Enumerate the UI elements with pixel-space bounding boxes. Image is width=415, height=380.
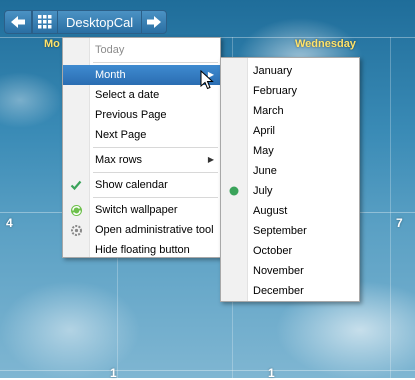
menu-item-max-rows[interactable]: Max rows ▶ [63,150,220,170]
month-label: February [253,85,298,97]
day-header-monday: Mo [44,38,60,50]
menu-item-month[interactable]: Month ▶ [63,65,220,85]
menu-item-open-admin-tool[interactable]: Open administrative tool [63,220,220,240]
month-label: October [253,245,293,257]
menu-item-label: Previous Page [95,109,167,121]
calendar-column-line [390,37,391,378]
month-item-november[interactable]: November [221,261,359,281]
month-item-december[interactable]: December [221,281,359,301]
month-item-october[interactable]: October [221,241,359,261]
menu-item-previous-page[interactable]: Previous Page [63,105,220,125]
month-item-may[interactable]: May [221,141,359,161]
apps-button[interactable] [32,10,58,34]
menu-item-switch-wallpaper[interactable]: Switch wallpaper [63,200,220,220]
month-label: July [253,185,273,197]
context-menu: Today Month ▶ Select a date Previous Page… [62,37,221,258]
menu-item-next-page[interactable]: Next Page [63,125,220,145]
month-label: December [253,285,304,297]
month-label: January [253,65,293,77]
month-label: June [253,165,277,177]
month-submenu: January February March April May June July Augu… [220,57,360,302]
menu-item-label: Show calendar [95,179,168,191]
month-label: September [253,225,307,237]
month-item-march[interactable]: March [221,101,359,121]
menu-item-label: Hide floating button [95,244,190,256]
arrow-right-icon [147,16,162,28]
menu-item-hide-floating-button[interactable]: Hide floating button [63,240,220,260]
month-item-april[interactable]: April [221,121,359,141]
gear-icon [69,223,83,237]
menu-separator [93,62,218,63]
calendar-day-number[interactable]: 4 [6,216,13,230]
month-item-february[interactable]: February [221,81,359,101]
submenu-arrow-icon: ▶ [207,155,214,164]
month-list: January February March April May June July Augu… [221,58,359,301]
app-title[interactable]: DesktopCal [58,10,142,34]
grid-icon [38,15,52,29]
month-item-july[interactable]: July [221,181,359,201]
month-label: August [253,205,288,217]
menu-item-show-calendar[interactable]: Show calendar [63,175,220,195]
calendar-day-number[interactable]: 7 [396,216,403,230]
month-label: November [253,265,304,277]
menu-item-label: Month [95,69,126,81]
mouse-cursor-icon [200,70,214,90]
menu-item-label: Max rows [95,154,143,166]
menu-separator [93,197,218,198]
month-item-january[interactable]: January [221,61,359,81]
menu-item-today[interactable]: Today [63,40,220,60]
month-label: March [253,105,284,117]
menu-item-select-date[interactable]: Select a date [63,85,220,105]
current-month-dot-icon [227,184,241,198]
floating-toolbar: DesktopCal [4,10,168,34]
day-header-wednesday: Wednesday [295,38,356,50]
month-item-august[interactable]: August [221,201,359,221]
arrow-left-icon [11,16,25,28]
menu-item-label: Select a date [95,89,160,101]
month-label: May [253,145,274,157]
month-item-june[interactable]: June [221,161,359,181]
forward-button[interactable] [141,10,168,34]
menu-item-label: Open administrative tool [95,224,214,236]
calendar-row-line [0,370,415,371]
menu-item-label: Switch wallpaper [95,204,178,216]
menu-separator [93,172,218,173]
checkmark-icon [69,178,83,192]
month-label: April [253,125,276,137]
menu-separator [93,147,218,148]
back-button[interactable] [4,10,32,34]
menu-item-label: Next Page [95,129,147,141]
month-item-september[interactable]: September [221,221,359,241]
wallpaper-icon [69,203,83,217]
menu-item-label: Today [95,44,125,56]
